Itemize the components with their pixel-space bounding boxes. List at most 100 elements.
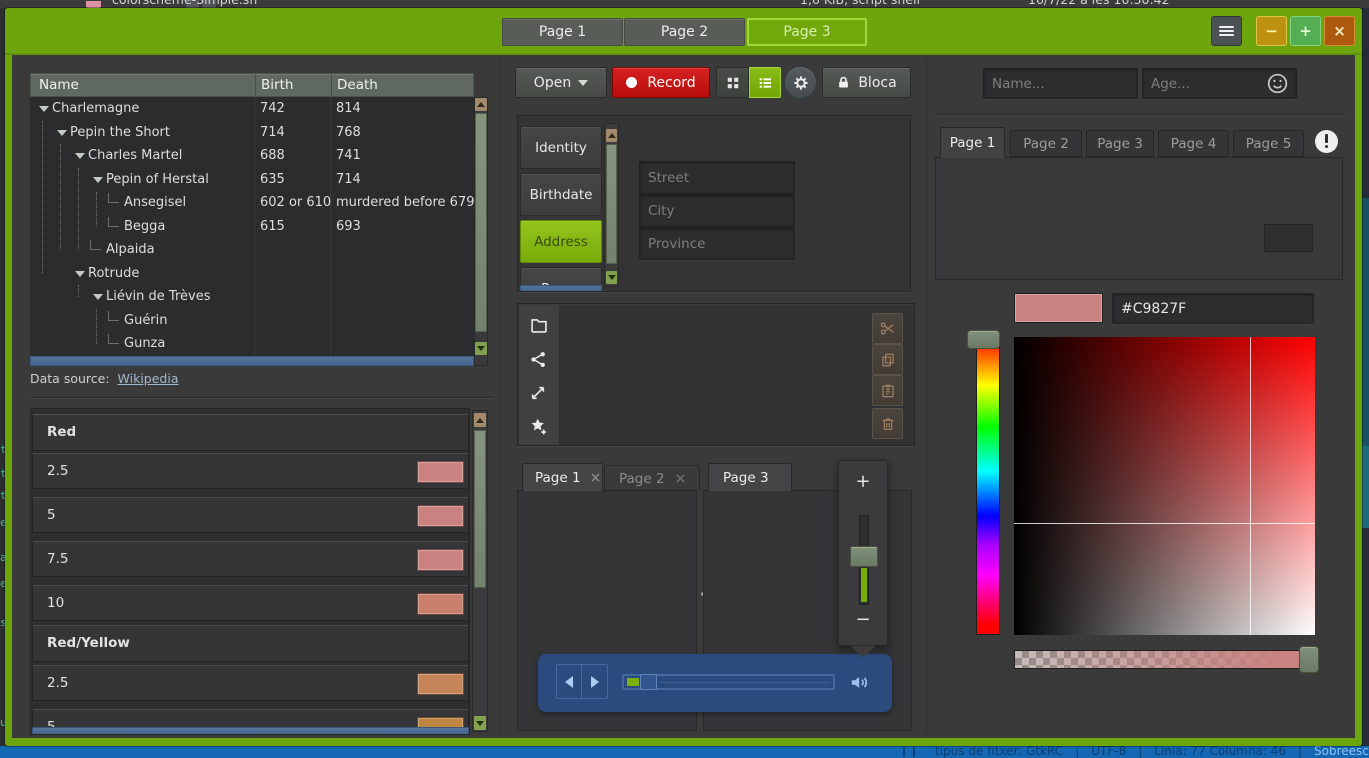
hue-slider[interactable] [976, 337, 1000, 635]
city-field[interactable] [639, 194, 795, 227]
sidebar-hscrollbar-thumb[interactable] [520, 285, 602, 292]
close-button[interactable]: × [1324, 16, 1355, 46]
pane-separator[interactable] [499, 58, 500, 734]
expander-icon[interactable] [57, 130, 67, 136]
sidebar-scrollbar-thumb[interactable] [606, 144, 617, 264]
paste-button[interactable] [872, 375, 903, 406]
previous-button[interactable] [556, 664, 582, 699]
star-new-icon[interactable] [529, 417, 548, 436]
slider-handle[interactable] [640, 674, 657, 690]
tree-row[interactable]: Alpaida [30, 238, 474, 262]
hue-slider-handle[interactable] [967, 330, 1000, 349]
volume-minus-button[interactable]: − [839, 609, 887, 630]
street-field[interactable] [639, 161, 795, 194]
tab-close-icon[interactable]: × [590, 470, 602, 486]
minimize-button[interactable]: − [1256, 16, 1287, 46]
scroll-down-button[interactable] [606, 271, 617, 284]
list-item[interactable]: 10 [32, 585, 469, 621]
expander-icon[interactable] [75, 271, 85, 277]
tree-row[interactable]: Pepin of Herstal 635 714 [30, 168, 474, 192]
lock-button[interactable]: Bloca [822, 67, 911, 98]
mid-tab-page1-active[interactable]: Page 1 × [522, 463, 603, 491]
column-divider[interactable] [255, 74, 256, 96]
volume-icon[interactable] [850, 673, 872, 692]
minimize-icon: − [1265, 22, 1278, 40]
tree-row[interactable]: Gunza [30, 332, 474, 356]
list-scrollbar-thumb[interactable] [474, 430, 486, 588]
tree-row[interactable]: Begga 615 693 [30, 215, 474, 239]
cut-button[interactable] [872, 313, 903, 344]
tree-column-birth[interactable]: Birth [261, 77, 293, 93]
scroll-down-button[interactable] [475, 342, 487, 355]
titlebar-tab-page1[interactable]: Page 1 [502, 18, 623, 46]
list-hscrollbar-thumb[interactable] [32, 727, 469, 735]
warning-badge[interactable] [1315, 130, 1338, 153]
titlebar-tab-page2[interactable]: Page 2 [624, 18, 745, 46]
statusbar-position: Línia: 77 Columna: 46 [1154, 746, 1286, 758]
seek-slider[interactable] [622, 674, 835, 690]
alpha-slider-handle[interactable] [1299, 646, 1319, 673]
list-item[interactable]: 2.5 [32, 665, 469, 701]
tree-scrollbar-thumb[interactable] [475, 113, 487, 332]
hex-color-input[interactable] [1112, 293, 1314, 324]
right-tab-page3[interactable]: Page 3 [1086, 130, 1154, 157]
list-item[interactable]: 7.5 [32, 541, 469, 577]
menu-button[interactable] [1211, 16, 1242, 46]
expander-icon[interactable] [93, 177, 103, 183]
tree-row[interactable]: Charlemagne 742 814 [30, 97, 474, 121]
scroll-up-button[interactable] [606, 129, 617, 142]
right-tab-page4[interactable]: Page 4 [1158, 130, 1229, 157]
tree-column-death[interactable]: Death [337, 77, 378, 93]
column-divider[interactable] [331, 74, 332, 96]
tree-hscrollbar-thumb[interactable] [30, 356, 474, 366]
tree-row[interactable]: Pepin the Short 714 768 [30, 121, 474, 145]
expand-icon[interactable] [530, 385, 546, 401]
delete-button[interactable] [872, 408, 903, 439]
sv-color-area[interactable] [1014, 337, 1315, 635]
pane-separator[interactable] [926, 58, 927, 734]
grid-view-toggle[interactable] [716, 67, 749, 98]
scroll-up-button[interactable] [474, 413, 486, 427]
tree-row[interactable]: Ansegisel 602 or 610 murdered before 679 [30, 191, 474, 215]
sidebar-item-birthdate[interactable]: Birthdate [520, 173, 602, 216]
maximize-button[interactable]: + [1290, 16, 1321, 46]
settings-button[interactable] [784, 66, 817, 99]
share-icon[interactable] [530, 351, 547, 368]
alpha-slider[interactable] [1014, 650, 1312, 669]
volume-slider-handle[interactable] [850, 546, 878, 567]
record-button[interactable]: Record [612, 67, 710, 98]
volume-plus-button[interactable]: + [839, 471, 887, 492]
tree-row[interactable]: Liévin de Trèves [30, 285, 474, 309]
scroll-up-button[interactable] [475, 98, 487, 111]
list-item[interactable]: 5 [32, 497, 469, 533]
right-tab-page1-active[interactable]: Page 1 [940, 127, 1005, 158]
mid-tab-page3-active[interactable]: Page 3 [708, 463, 792, 491]
tab-close-icon[interactable]: × [675, 471, 687, 487]
expander-icon[interactable] [75, 153, 85, 159]
right-tab-page2[interactable]: Page 2 [1010, 130, 1082, 157]
tree-row[interactable]: Guérin [30, 309, 474, 333]
tree-row[interactable]: Rotrude [30, 262, 474, 286]
name-field[interactable] [983, 68, 1138, 99]
copy-button[interactable] [872, 344, 903, 375]
scroll-down-button[interactable] [474, 716, 486, 730]
wikipedia-link[interactable]: Wikipedia [118, 371, 179, 386]
tree-row[interactable]: Charles Martel 688 741 [30, 144, 474, 168]
expander-icon[interactable] [39, 106, 49, 112]
smiley-icon[interactable] [1266, 72, 1289, 95]
open-button[interactable]: Open [515, 67, 607, 98]
statusbar-separator [913, 747, 915, 757]
list-item[interactable]: 2.5 [32, 453, 469, 489]
province-field[interactable] [639, 227, 795, 260]
selected-color-swatch[interactable] [1014, 293, 1103, 323]
list-view-toggle-active[interactable] [749, 67, 781, 98]
expander-icon[interactable] [93, 294, 103, 300]
right-tab-page5[interactable]: Page 5 [1233, 130, 1304, 157]
tree-column-name[interactable]: Name [39, 77, 79, 93]
next-button[interactable] [581, 664, 608, 699]
sidebar-item-identity[interactable]: Identity [520, 126, 602, 169]
folder-icon[interactable] [530, 317, 548, 333]
sidebar-item-address-selected[interactable]: Address [520, 220, 602, 263]
titlebar-tab-page3-active[interactable]: Page 3 [747, 18, 867, 46]
mid-tab-page2[interactable]: Page 2 × [604, 465, 700, 491]
